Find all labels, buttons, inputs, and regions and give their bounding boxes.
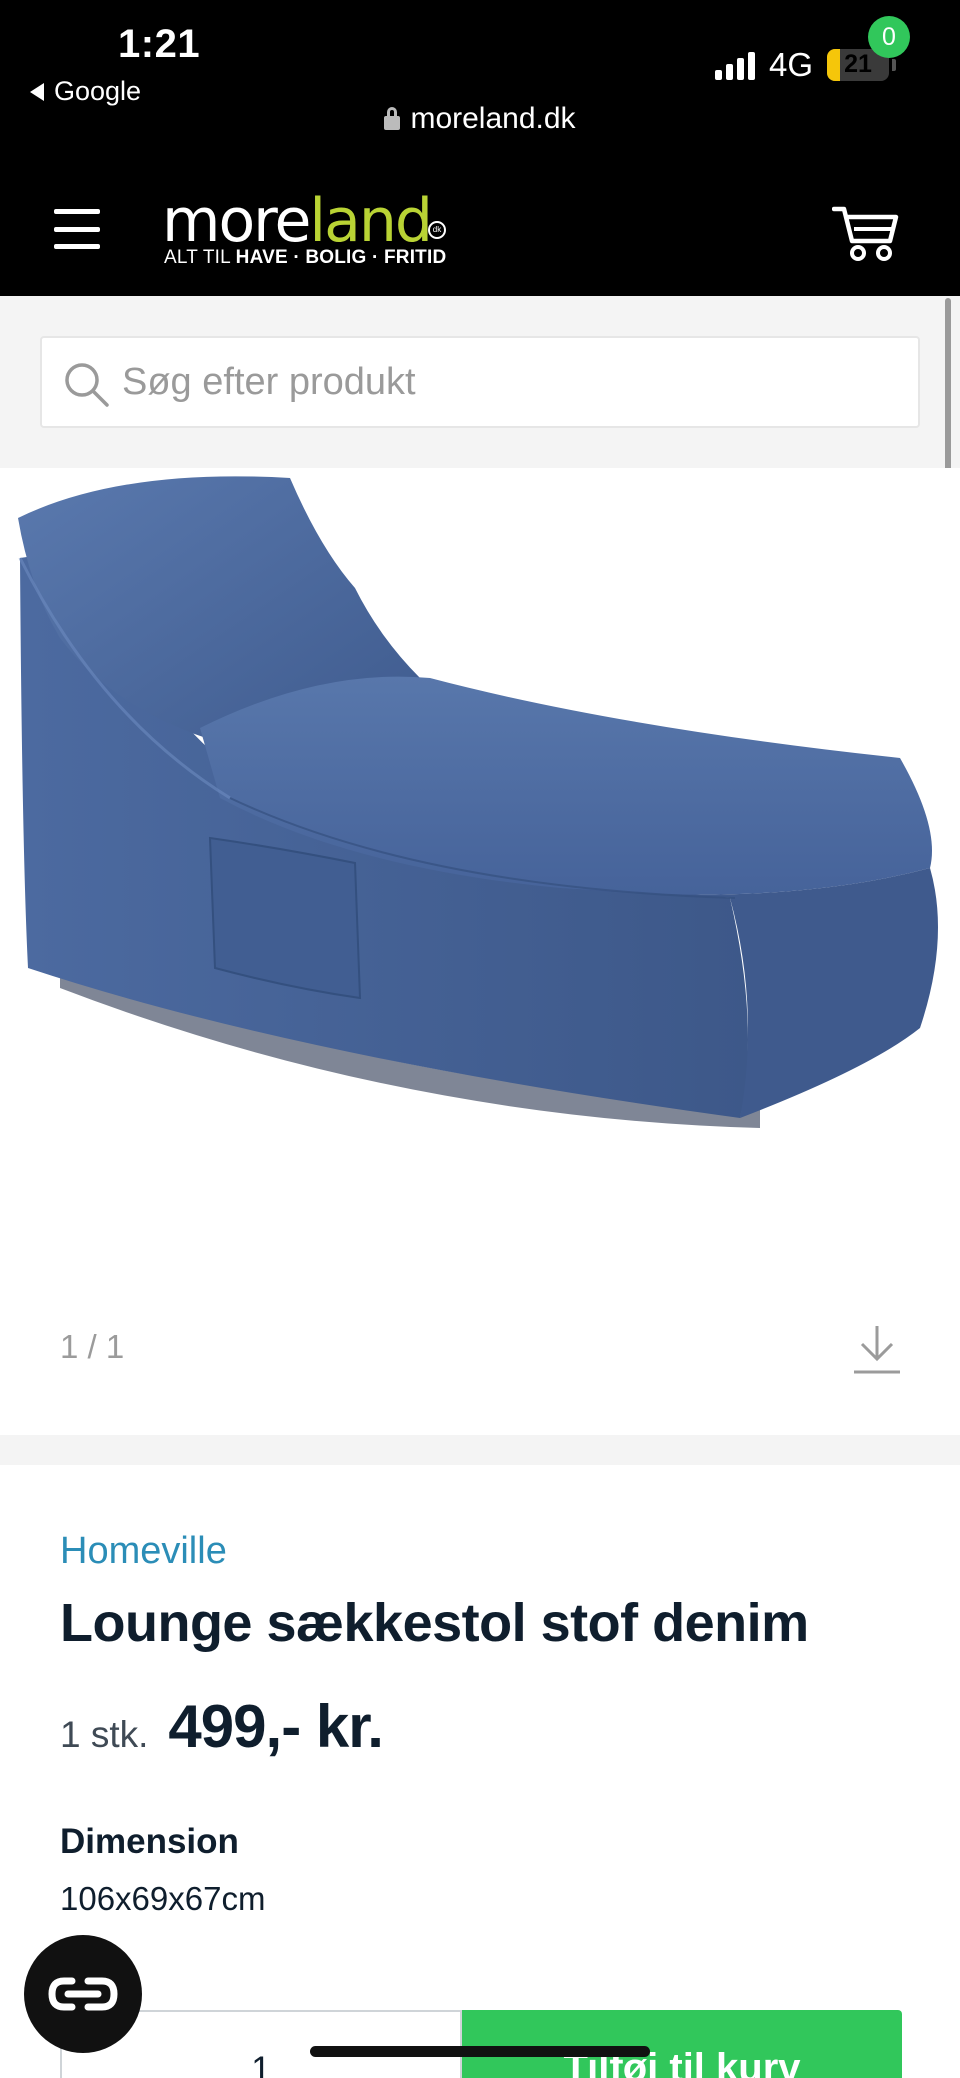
scrollbar[interactable] <box>945 298 951 474</box>
site-header: moreland dk ALT TIL HAVE · BOLIG · FRITI… <box>0 165 960 296</box>
back-triangle-icon <box>30 82 44 101</box>
chat-icon <box>48 1977 118 2011</box>
product-image[interactable] <box>0 468 960 1298</box>
signal-icon <box>714 50 755 80</box>
search-icon <box>65 363 109 407</box>
battery-nub <box>892 59 896 71</box>
search-box[interactable] <box>40 336 920 428</box>
download-icon[interactable] <box>852 1322 902 1376</box>
home-indicator[interactable] <box>310 2046 650 2057</box>
menu-icon[interactable] <box>54 209 100 249</box>
price-row: 1 stk. 499,- kr. <box>60 1692 384 1761</box>
search-input[interactable] <box>122 338 902 426</box>
chat-button[interactable] <box>24 1935 142 2053</box>
status-indicators: 4G 21 <box>714 46 896 84</box>
section-divider <box>0 1435 960 1465</box>
logo-dk-badge: dk <box>428 221 446 239</box>
price-unit: 1 stk. <box>60 1714 149 1755</box>
status-time: 1:21 <box>118 22 201 66</box>
url-text: moreland.dk <box>410 102 576 135</box>
bean-bag-lounger-image <box>18 476 938 1128</box>
add-to-cart-button[interactable]: Tilføj til kurv <box>462 2010 902 2078</box>
cart-icon[interactable] <box>832 195 900 265</box>
site-logo[interactable]: moreland dk ALT TIL HAVE · BOLIG · FRITI… <box>162 191 452 271</box>
product-title: Lounge sækkestol stof denim <box>60 1593 809 1653</box>
lock-icon <box>384 107 401 130</box>
product-brand-link[interactable]: Homeville <box>60 1530 227 1573</box>
dimension-value: 106x69x67cm <box>60 1880 266 1917</box>
logo-tagline: ALT TIL HAVE · BOLIG · FRITID <box>164 247 447 268</box>
status-bar: 1:21 Google 4G 21 moreland.dk <box>0 0 960 165</box>
product-price: 499,- kr. <box>168 1693 384 1760</box>
cart-count-badge: 0 <box>868 16 910 58</box>
gallery-counter: 1 / 1 <box>60 1328 125 1365</box>
dimension-label: Dimension <box>60 1822 239 1861</box>
search-section <box>0 296 960 468</box>
network-type: 4G <box>768 46 813 83</box>
url-bar[interactable]: moreland.dk <box>0 102 960 136</box>
logo-wordmark: moreland <box>162 186 433 256</box>
